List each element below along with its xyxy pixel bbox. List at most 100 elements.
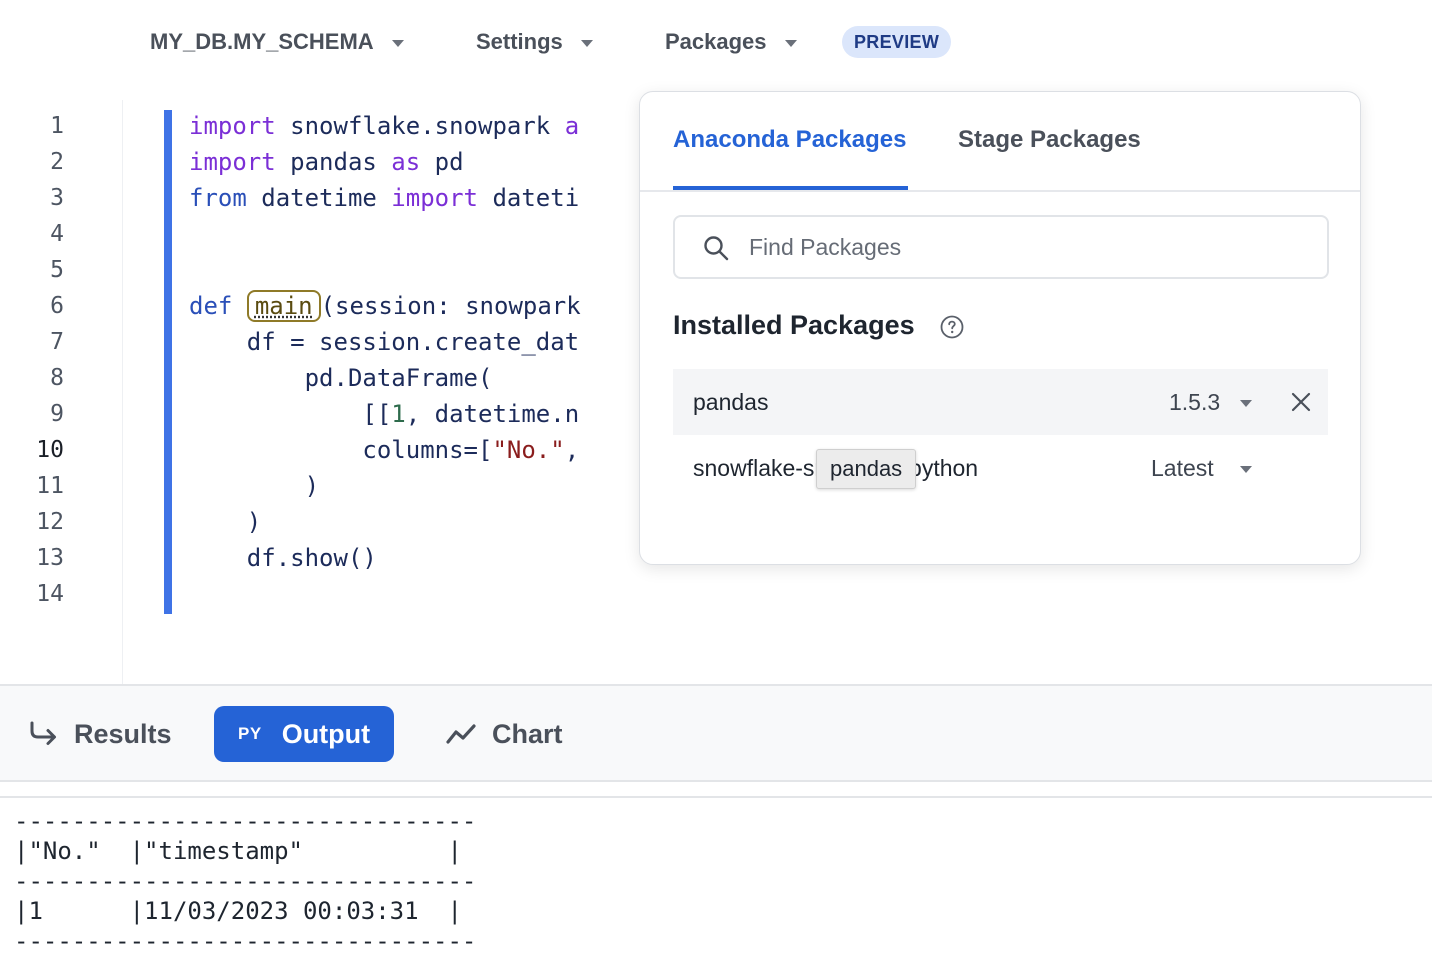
code-line[interactable]: import pandas as pd bbox=[189, 144, 581, 180]
line-number: 2 bbox=[50, 149, 64, 175]
code-token: as bbox=[391, 148, 421, 176]
code-line[interactable] bbox=[189, 576, 581, 612]
code-token: def bbox=[189, 292, 233, 320]
tab-output-label: Output bbox=[281, 718, 371, 749]
output-line: |1 |11/03/2023 00:03:31 | bbox=[14, 897, 462, 925]
context-selector[interactable]: MY_DB.MY_SCHEMA bbox=[150, 28, 404, 56]
search-icon bbox=[704, 236, 729, 261]
code-token: ) bbox=[189, 508, 262, 536]
package-version-select[interactable]: 1.5.3 bbox=[1169, 389, 1220, 416]
output-line: -------------------------------- bbox=[14, 927, 477, 955]
tab-chart[interactable]: Chart bbox=[446, 706, 563, 762]
line-number: 6 bbox=[50, 293, 64, 319]
package-search-input[interactable] bbox=[747, 229, 1311, 265]
line-number: 10 bbox=[36, 437, 64, 463]
line-number: 13 bbox=[36, 545, 64, 571]
tab-chart-label: Chart bbox=[492, 718, 563, 749]
package-row-snowpark[interactable]: snowflake-snowpark-python Latest bbox=[673, 435, 1328, 501]
tab-results[interactable]: Results bbox=[28, 706, 172, 762]
modified-lines-indicator bbox=[164, 110, 172, 614]
code-token: df = session.create_dat bbox=[189, 328, 580, 356]
editor-toolbar: MY_DB.MY_SCHEMA Settings Packages PREVIE… bbox=[0, 0, 1432, 84]
package-tooltip: pandas bbox=[816, 449, 917, 489]
line-number: 7 bbox=[50, 329, 64, 355]
help-icon[interactable] bbox=[940, 315, 964, 339]
installed-packages-title: Installed Packages bbox=[673, 310, 915, 340]
code-line[interactable]: ) bbox=[189, 468, 581, 504]
line-number: 14 bbox=[36, 581, 64, 607]
return-arrow-icon bbox=[30, 721, 56, 745]
function-name-highlight: main bbox=[246, 290, 321, 322]
code-token: "No." bbox=[492, 436, 565, 464]
code-line[interactable]: columns=["No.", bbox=[189, 432, 581, 468]
code-content[interactable]: import snowflake.snowpark a import pandas… bbox=[189, 108, 581, 612]
context-label: MY_DB.MY_SCHEMA bbox=[150, 29, 374, 54]
line-number: 5 bbox=[50, 257, 64, 283]
code-token: columns=[ bbox=[189, 436, 493, 464]
active-tab-indicator bbox=[673, 186, 908, 190]
results-tab-bar: Results PY Output Chart bbox=[0, 684, 1432, 782]
output-line: -------------------------------- bbox=[14, 807, 477, 835]
package-search bbox=[673, 215, 1329, 279]
line-number: 9 bbox=[50, 401, 64, 427]
code-token: , bbox=[564, 436, 580, 464]
tab-results-label: Results bbox=[74, 718, 172, 749]
code-token: from bbox=[189, 184, 247, 212]
code-line[interactable]: def main (session: snowpark bbox=[189, 288, 581, 324]
output-line: |"No." |"timestamp" | bbox=[14, 837, 462, 865]
packages-label: Packages bbox=[665, 29, 767, 54]
code-token: import bbox=[189, 148, 276, 176]
code-token: [[ bbox=[189, 400, 392, 428]
code-line[interactable]: from datetime import dateti bbox=[189, 180, 581, 216]
code-token: pandas bbox=[275, 148, 392, 176]
package-version-select[interactable]: Latest bbox=[1151, 455, 1214, 482]
settings-menu[interactable]: Settings bbox=[476, 28, 593, 56]
line-number: 12 bbox=[36, 509, 64, 535]
code-line[interactable]: [[1, datetime.n bbox=[189, 396, 581, 432]
line-number-gutter: 1 2 3 4 5 6 7 8 9 10 11 12 13 14 bbox=[0, 100, 123, 684]
code-token: import bbox=[391, 184, 478, 212]
code-line[interactable]: ) bbox=[189, 504, 581, 540]
code-token: snowflake.snowpark bbox=[275, 112, 565, 140]
code-token: datetime bbox=[246, 184, 392, 212]
code-line[interactable] bbox=[189, 252, 581, 288]
line-number: 1 bbox=[50, 113, 64, 139]
python-tag: PY bbox=[238, 724, 262, 743]
code-token: import bbox=[189, 112, 276, 140]
packages-tabs: Anaconda Packages Stage Packages bbox=[640, 92, 1360, 192]
code-token: , datetime.n bbox=[405, 400, 580, 428]
line-number: 4 bbox=[50, 221, 64, 247]
close-icon[interactable] bbox=[1290, 391, 1312, 413]
code-token: a bbox=[564, 112, 580, 140]
packages-popup: Anaconda Packages Stage Packages Install… bbox=[639, 91, 1361, 565]
chevron-down-icon bbox=[391, 39, 404, 47]
tab-output[interactable]: PY Output bbox=[214, 706, 395, 762]
line-chart-icon bbox=[446, 724, 476, 744]
line-number: 3 bbox=[50, 185, 64, 211]
tab-anaconda-packages[interactable]: Anaconda Packages bbox=[673, 126, 906, 154]
tab-stage-packages[interactable]: Stage Packages bbox=[958, 126, 1141, 154]
code-line[interactable] bbox=[189, 216, 581, 252]
line-number: 8 bbox=[50, 365, 64, 391]
chevron-down-icon bbox=[580, 39, 593, 47]
code-token: pd bbox=[420, 148, 464, 176]
chevron-down-icon bbox=[1240, 466, 1252, 473]
python-output: -------------------------------- |"No." |… bbox=[14, 806, 476, 956]
package-row-pandas[interactable]: pandas 1.5.3 bbox=[673, 369, 1328, 435]
code-line[interactable]: df.show() bbox=[189, 540, 581, 576]
packages-menu[interactable]: Packages bbox=[665, 28, 797, 56]
output-divider bbox=[0, 796, 1432, 798]
preview-badge: PREVIEW bbox=[842, 26, 952, 58]
output-line: -------------------------------- bbox=[14, 867, 477, 895]
package-name: pandas bbox=[693, 389, 769, 415]
chevron-down-icon bbox=[784, 39, 797, 47]
code-line[interactable]: pd.DataFrame( bbox=[189, 360, 581, 396]
line-number: 11 bbox=[36, 473, 64, 499]
code-line[interactable]: import snowflake.snowpark a bbox=[189, 108, 581, 144]
code-token: pd.DataFrame( bbox=[189, 364, 493, 392]
settings-label: Settings bbox=[476, 29, 563, 54]
code-token: df.show() bbox=[189, 544, 377, 572]
code-line[interactable]: df = session.create_dat bbox=[189, 324, 581, 360]
code-token: (session: snowpark bbox=[320, 292, 581, 320]
